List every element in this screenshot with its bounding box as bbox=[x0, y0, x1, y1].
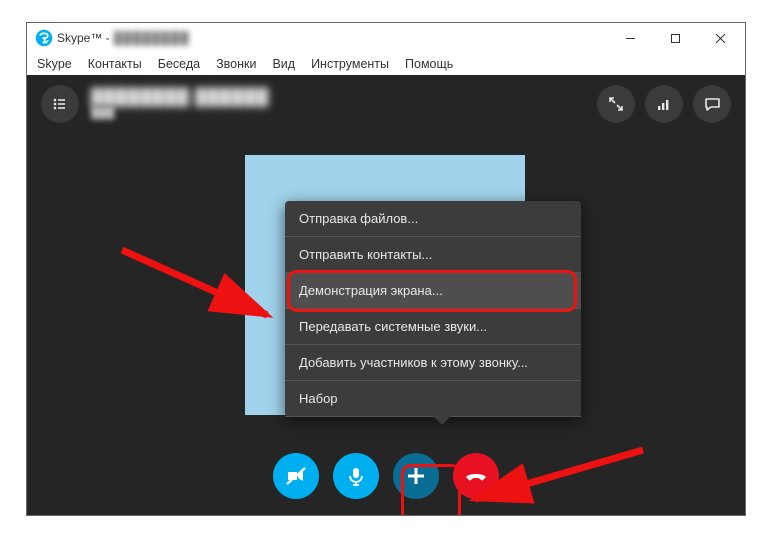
call-controls bbox=[273, 453, 499, 499]
chat-icon bbox=[704, 96, 721, 113]
window-title: Skype™ - bbox=[57, 31, 110, 45]
signal-icon bbox=[656, 96, 672, 112]
plus-menu-popup: Отправка файлов... Отправить контакты...… bbox=[285, 201, 581, 417]
participants-button[interactable] bbox=[41, 85, 79, 123]
menu-item-dialpad[interactable]: Набор bbox=[285, 381, 581, 417]
skype-logo-icon bbox=[35, 29, 53, 47]
maximize-button[interactable] bbox=[653, 24, 698, 52]
menu-item-send-contacts[interactable]: Отправить контакты... bbox=[285, 237, 581, 273]
camera-off-icon bbox=[284, 464, 308, 488]
header-right bbox=[597, 85, 731, 123]
menu-item-send-files[interactable]: Отправка файлов... bbox=[285, 201, 581, 237]
mic-icon bbox=[345, 465, 367, 487]
hangup-button[interactable] bbox=[453, 453, 499, 499]
blurred-contact-title: ████████ bbox=[114, 31, 190, 45]
mic-toggle-button[interactable] bbox=[333, 453, 379, 499]
plus-icon bbox=[405, 465, 427, 487]
fullscreen-icon bbox=[608, 96, 624, 112]
menu-item-add-people[interactable]: Добавить участников к этому звонку... bbox=[285, 345, 581, 381]
menubar: Skype Контакты Беседа Звонки Вид Инструм… bbox=[27, 53, 745, 75]
header-left: ████████ ██████ ███ bbox=[41, 85, 269, 123]
call-area: ████████ ██████ ███ Отправка файлов... О… bbox=[27, 75, 745, 515]
fullscreen-button[interactable] bbox=[597, 85, 635, 123]
menu-skype[interactable]: Skype bbox=[37, 57, 72, 71]
menu-calls[interactable]: Звонки bbox=[216, 57, 256, 71]
hangup-icon bbox=[463, 463, 489, 489]
menu-contacts[interactable]: Контакты bbox=[88, 57, 142, 71]
menu-item-share-screen[interactable]: Демонстрация экрана... bbox=[285, 273, 581, 309]
window-controls bbox=[608, 24, 743, 52]
contact-name-block: ████████ ██████ ███ bbox=[91, 89, 269, 119]
menu-view[interactable]: Вид bbox=[272, 57, 295, 71]
plus-button[interactable] bbox=[393, 453, 439, 499]
camera-toggle-button[interactable] bbox=[273, 453, 319, 499]
call-header: ████████ ██████ ███ bbox=[41, 85, 731, 123]
chat-button[interactable] bbox=[693, 85, 731, 123]
menu-tools[interactable]: Инструменты bbox=[311, 57, 389, 71]
menu-conversation[interactable]: Беседа bbox=[158, 57, 200, 71]
titlebar: Skype™ - ████████ bbox=[27, 23, 745, 53]
contact-status-blurred: ███ bbox=[91, 107, 269, 119]
list-icon bbox=[51, 95, 69, 113]
skype-window: Skype™ - ████████ Skype Контакты Беседа … bbox=[26, 22, 746, 516]
title-left: Skype™ - ████████ bbox=[35, 29, 190, 47]
minimize-button[interactable] bbox=[608, 24, 653, 52]
popup-arrow-icon bbox=[433, 416, 451, 425]
contact-name-blurred: ████████ ██████ bbox=[91, 89, 269, 107]
menu-item-system-sounds[interactable]: Передавать системные звуки... bbox=[285, 309, 581, 345]
call-quality-button[interactable] bbox=[645, 85, 683, 123]
close-button[interactable] bbox=[698, 24, 743, 52]
menu-help[interactable]: Помощь bbox=[405, 57, 453, 71]
